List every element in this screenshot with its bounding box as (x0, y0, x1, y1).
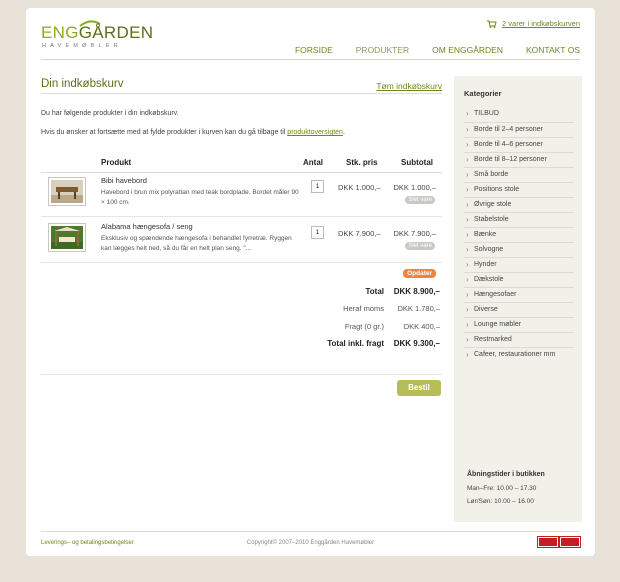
continue-text-prefix: Hvis du ønsker at fortsætte med at fylde… (41, 129, 288, 136)
header-divider (41, 59, 580, 60)
row-divider (41, 262, 442, 263)
totals-divider (41, 374, 442, 375)
category-item[interactable]: Lounge møbler (464, 317, 574, 332)
logo-subtitle: HAVEMØBLER (42, 43, 122, 49)
certification-badges (537, 536, 581, 548)
delete-item-button[interactable]: Slet vare (405, 196, 435, 204)
row-divider (41, 216, 442, 217)
unit-price: DKK 1.000,– (338, 183, 381, 192)
category-item[interactable]: Hynder (464, 257, 574, 272)
update-cart-button[interactable]: Opdater (403, 269, 436, 278)
opening-hours-weekdays: Man–Fre: 10.00 – 17.30 (467, 485, 537, 492)
category-item[interactable]: Borde til 2–4 personer (464, 122, 574, 137)
header-divider-line (41, 172, 442, 173)
category-item[interactable]: Diverse (464, 302, 574, 317)
nav-kontakt[interactable]: Kontakt os (503, 45, 580, 55)
category-item[interactable]: Bænke (464, 227, 574, 242)
category-item[interactable]: Positions stole (464, 182, 574, 197)
copyright-text: Copyright© 2007–2010 Enggården Havemøble… (246, 540, 375, 546)
opening-hours-weekend: Lør/Søn: 10.00 – 16.00 (467, 498, 534, 505)
header-qty: Antal (303, 158, 323, 167)
unit-price: DKK 7.900,– (338, 229, 381, 238)
cart-row: Bibi havebord Havebord i brun mix polyra… (41, 174, 442, 214)
category-item[interactable]: Stabelstole (464, 212, 574, 227)
product-description: Eksklusiv og spændende hængesofa i behan… (101, 235, 292, 252)
edankort-badge-icon (559, 536, 581, 548)
category-item[interactable]: Borde til 8–12 personer (464, 152, 574, 167)
nav-forside[interactable]: Forside (272, 45, 333, 55)
continue-text: Hvis du ønsker at fortsætte med at fylde… (41, 129, 345, 136)
total-value: DKK 8.900,– (393, 287, 440, 296)
main-nav: Forside Produkter Om Enggården Kontakt o… (272, 45, 580, 55)
category-item[interactable]: Øvrige stole (464, 197, 574, 212)
delete-item-button[interactable]: Slet vare (405, 242, 435, 250)
quantity-input[interactable]: 1 (311, 180, 324, 193)
vat-value: DKK 1.780,– (397, 304, 440, 313)
dankort-badge-icon (537, 536, 559, 548)
product-thumbnail[interactable] (48, 177, 86, 206)
cart-table-header: Produkt Antal Stk. pris Subtotal (41, 158, 442, 170)
category-item[interactable]: TILBUD (464, 107, 574, 122)
page-container: ENGGÅRDEN HAVEMØBLER 2 varer i indkøbsku… (26, 8, 595, 556)
product-overview-link[interactable]: produktoversigten (287, 129, 343, 136)
logo[interactable]: ENGGÅRDEN HAVEMØBLER (41, 20, 153, 54)
order-button[interactable]: Bestil (397, 380, 441, 396)
footer-divider (41, 531, 580, 532)
grand-total-value: DKK 9.300,– (393, 339, 440, 348)
category-item[interactable]: Cafeer, restaurationer mm (464, 347, 574, 362)
category-item[interactable]: Små borde (464, 167, 574, 182)
categories-title: Kategorier (464, 89, 502, 98)
product-name[interactable]: Bibi havebord (101, 176, 147, 185)
header-product: Produkt (101, 158, 132, 167)
table-image-icon (51, 180, 83, 203)
logo-text-light: ENG (41, 23, 79, 42)
product-name[interactable]: Alabama hængesofa / seng (101, 222, 193, 231)
logo-text-dark: GÅRDEN (78, 23, 154, 42)
opening-hours-title: Åbningstider i butikken (467, 471, 545, 478)
cart-summary-link[interactable]: 2 varer i indkøbskurven (487, 19, 580, 28)
total-label: Total (365, 287, 384, 296)
shipping-label: Fragt (0 gr.) (344, 322, 384, 331)
title-row: Din indkøbskurv Tøm indkøbskurv (41, 76, 442, 94)
swing-sofa-image-icon (51, 226, 83, 249)
quantity-input[interactable]: 1 (311, 226, 324, 239)
product-thumbnail[interactable] (48, 223, 86, 252)
header-subtotal: Subtotal (401, 158, 433, 167)
empty-cart-link[interactable]: Tøm indkøbskurv (376, 81, 442, 91)
cart-icon (487, 20, 497, 28)
nav-om-enggarden[interactable]: Om Enggården (409, 45, 503, 55)
category-item[interactable]: Dækstole (464, 272, 574, 287)
vat-label: Heraf moms (343, 304, 384, 313)
cart-summary-text: 2 varer i indkøbskurven (502, 19, 580, 28)
row-subtotal: DKK 7.900,– (393, 229, 436, 238)
category-list: TILBUDBorde til 2–4 personerBorde til 4–… (464, 107, 574, 362)
cart-row: Alabama hængesofa / seng Eksklusiv og sp… (41, 220, 442, 260)
page-title: Din indkøbskurv (41, 78, 124, 90)
continue-text-suffix: . (342, 129, 345, 136)
category-item[interactable]: Borde til 4–6 personer (464, 137, 574, 152)
row-subtotal: DKK 1.000,– (393, 183, 436, 192)
intro-text: Du har følgende produkter i din indkøbsk… (41, 110, 179, 117)
grand-total-label: Total inkl. fragt (327, 339, 384, 348)
category-item[interactable]: Solvogne (464, 242, 574, 257)
category-item[interactable]: Restmarked (464, 332, 574, 347)
category-item[interactable]: Hængesofaer (464, 287, 574, 302)
sidebar: Kategorier TILBUDBorde til 2–4 personerB… (454, 76, 582, 522)
header-price: Stk. pris (346, 158, 378, 167)
nav-produkter[interactable]: Produkter (333, 45, 409, 55)
shipping-value: DKK 400,– (403, 322, 440, 331)
product-description: Havebord i brun mix polyrattan med teak … (101, 189, 299, 206)
